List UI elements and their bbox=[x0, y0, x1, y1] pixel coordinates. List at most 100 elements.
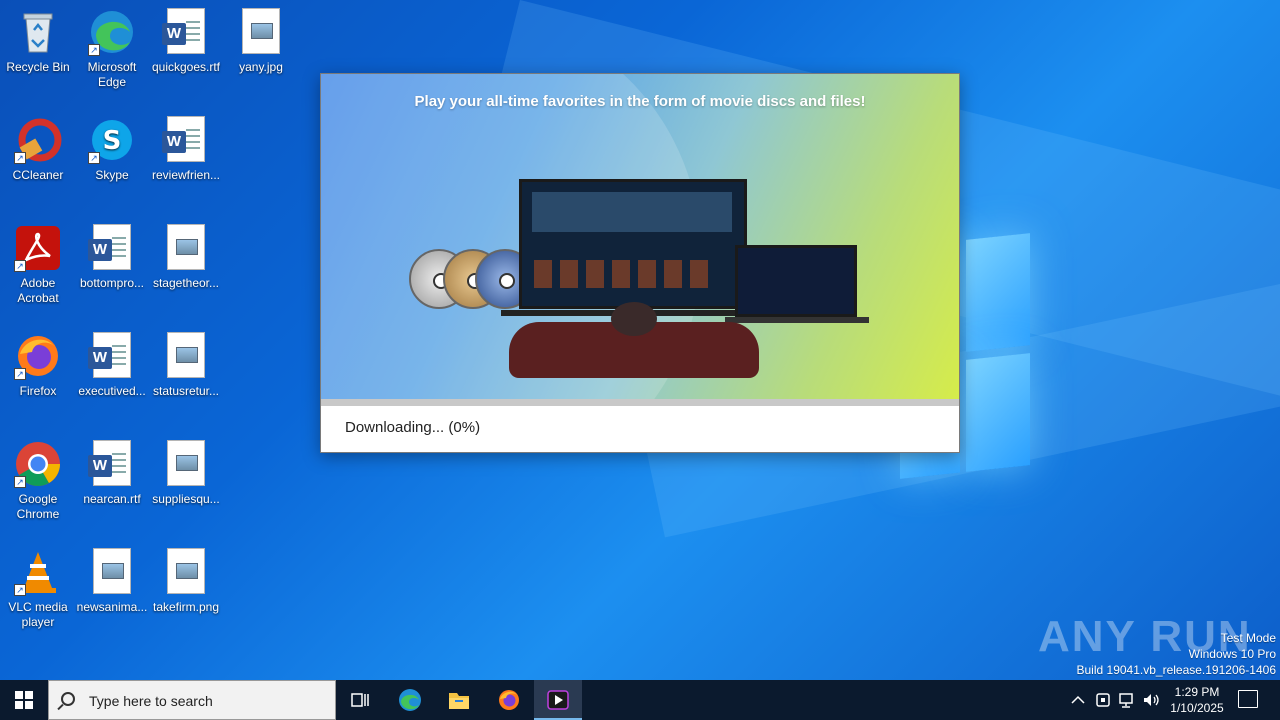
notification-center-icon[interactable] bbox=[1238, 690, 1258, 708]
installer-window[interactable]: Play your all-time favorites in the form… bbox=[320, 73, 960, 453]
tray-network-button[interactable] bbox=[1117, 690, 1137, 720]
desktop-icon-label: Adobe Acrobat bbox=[17, 276, 59, 305]
tv-illustration bbox=[519, 179, 747, 309]
svg-text:S: S bbox=[103, 126, 122, 156]
laptop-base-illustration bbox=[725, 317, 869, 323]
desktop-icon-quickgoes[interactable]: W quickgoes.rtf bbox=[148, 8, 224, 75]
desktop-icon-label: Skype bbox=[95, 168, 129, 182]
taskbar-edge-button[interactable] bbox=[386, 680, 434, 720]
ccleaner-icon: ↗ bbox=[14, 116, 62, 164]
desktop-icon-label: Recycle Bin bbox=[6, 60, 70, 74]
watermark-edition: Windows 10 Pro bbox=[1188, 647, 1276, 661]
download-progress-bar bbox=[321, 399, 959, 406]
shortcut-arrow-icon: ↗ bbox=[88, 152, 100, 164]
file-explorer-icon bbox=[449, 693, 469, 709]
image-file-icon bbox=[162, 224, 210, 272]
desktop-icon-takefirm[interactable]: takefirm.png bbox=[148, 548, 224, 615]
desktop-icon-google-chrome[interactable]: ↗ Google Chrome bbox=[0, 440, 76, 522]
desktop-icon-label: statusretur... bbox=[152, 384, 220, 398]
desktop-icon-ccleaner[interactable]: ↗ CCleaner bbox=[0, 116, 76, 183]
taskbar-media-player-button[interactable] bbox=[534, 680, 582, 720]
tray-device-button[interactable] bbox=[1093, 690, 1113, 720]
desktop-icon-nearcan[interactable]: W nearcan.rtf bbox=[74, 440, 150, 507]
device-icon bbox=[1096, 693, 1110, 707]
firefox-icon: ↗ bbox=[14, 332, 62, 380]
desktop-icon-yany[interactable]: yany.jpg bbox=[223, 8, 299, 75]
task-view-button[interactable] bbox=[336, 680, 384, 720]
clock-time: 1:29 PM bbox=[1174, 685, 1220, 699]
tray-volume-button[interactable] bbox=[1141, 690, 1161, 720]
desktop-icon-label: VLC media player bbox=[8, 600, 68, 629]
desktop-icon-label: takefirm.png bbox=[152, 600, 220, 614]
system-watermark: Test Mode Windows 10 Pro Build 19041.vb_… bbox=[1077, 630, 1277, 678]
chevron-up-icon bbox=[1071, 695, 1085, 704]
media-player-icon bbox=[547, 690, 569, 710]
desktop-icon-bottompro[interactable]: W bottompro... bbox=[74, 224, 150, 291]
acrobat-icon: ↗ bbox=[14, 224, 62, 272]
desktop-icon-suppliesqu[interactable]: suppliesqu... bbox=[148, 440, 224, 507]
desktop-icon-label: Google Chrome bbox=[16, 492, 60, 521]
search-icon bbox=[61, 692, 75, 706]
laptop-illustration bbox=[735, 245, 857, 317]
taskbar-search-box[interactable]: Type here to search bbox=[48, 680, 336, 720]
chrome-icon: ↗ bbox=[14, 440, 62, 488]
desktop-icon-skype[interactable]: S ↗ Skype bbox=[74, 116, 150, 183]
image-file-icon bbox=[237, 8, 285, 56]
desktop-icon-newsanima[interactable]: newsanima... bbox=[74, 548, 150, 615]
desktop-icon-label: newsanima... bbox=[76, 600, 148, 614]
desktop-icon-label: bottompro... bbox=[79, 276, 145, 290]
taskbar-clock[interactable]: 1:29 PM 1/10/2025 bbox=[1166, 684, 1228, 716]
word-doc-icon: W bbox=[162, 116, 210, 164]
recycle-bin-icon bbox=[14, 8, 62, 56]
search-placeholder: Type here to search bbox=[89, 693, 213, 709]
shortcut-arrow-icon: ↗ bbox=[14, 152, 26, 164]
desktop-icon-firefox[interactable]: ↗ Firefox bbox=[0, 332, 76, 399]
image-file-icon bbox=[88, 548, 136, 596]
desktop-icon-adobe-acrobat[interactable]: ↗ Adobe Acrobat bbox=[0, 224, 76, 306]
taskbar-file-explorer-button[interactable] bbox=[435, 680, 483, 720]
volume-icon bbox=[1144, 694, 1159, 706]
word-doc-icon: W bbox=[88, 332, 136, 380]
skype-icon: S ↗ bbox=[88, 116, 136, 164]
installer-banner: Play your all-time favorites in the form… bbox=[321, 74, 959, 399]
clock-date: 1/10/2025 bbox=[1170, 701, 1224, 715]
shortcut-arrow-icon: ↗ bbox=[14, 368, 26, 380]
desktop-icon-label: Firefox bbox=[19, 384, 57, 398]
watermark-build: Build 19041.vb_release.191206-1406 bbox=[1076, 663, 1277, 677]
image-file-icon bbox=[162, 332, 210, 380]
edge-icon: ↗ bbox=[88, 8, 136, 56]
firefox-icon bbox=[499, 690, 519, 710]
image-file-icon bbox=[162, 548, 210, 596]
desktop-icon-label: yany.jpg bbox=[239, 60, 283, 74]
word-doc-icon: W bbox=[162, 8, 210, 56]
desktop-icon-label: reviewfrien... bbox=[151, 168, 221, 182]
desktop-icon-executived[interactable]: W executived... bbox=[74, 332, 150, 399]
shortcut-arrow-icon: ↗ bbox=[88, 44, 100, 56]
desktop-icon-label: stagetheor... bbox=[152, 276, 220, 290]
desktop-icon-reviewfrien[interactable]: W reviewfrien... bbox=[148, 116, 224, 183]
desktop-icon-vlc[interactable]: ↗ VLC media player bbox=[0, 548, 76, 630]
download-status-text: Downloading... (0%) bbox=[345, 419, 481, 436]
start-button[interactable] bbox=[0, 680, 48, 720]
vlc-icon: ↗ bbox=[14, 548, 62, 596]
taskbar: Type here to search 1:29 PM 1/10/2025 bbox=[0, 680, 1280, 720]
desktop-icon-label: quickgoes.rtf bbox=[151, 60, 221, 74]
shortcut-arrow-icon: ↗ bbox=[14, 584, 26, 596]
desktop-icon-label: nearcan.rtf bbox=[83, 492, 141, 506]
desktop-icon-label: Microsoft Edge bbox=[87, 60, 137, 89]
word-doc-icon: W bbox=[88, 224, 136, 272]
show-hidden-icons-button[interactable] bbox=[1068, 690, 1088, 720]
network-icon bbox=[1119, 693, 1133, 708]
desktop-icon-stagetheor[interactable]: stagetheor... bbox=[148, 224, 224, 291]
desktop-icon-label: suppliesqu... bbox=[152, 492, 220, 506]
desktop-icon-statusretur[interactable]: statusretur... bbox=[148, 332, 224, 399]
edge-icon bbox=[399, 689, 421, 711]
task-view-icon bbox=[351, 693, 369, 707]
person-illustration bbox=[611, 302, 657, 336]
shortcut-arrow-icon: ↗ bbox=[14, 476, 26, 488]
windows-start-icon bbox=[15, 691, 33, 709]
desktop-icon-microsoft-edge[interactable]: ↗ Microsoft Edge bbox=[74, 8, 150, 90]
taskbar-firefox-button[interactable] bbox=[485, 680, 533, 720]
desktop-icon-recycle-bin[interactable]: Recycle Bin bbox=[0, 8, 76, 75]
watermark-test-mode: Test Mode bbox=[1220, 631, 1276, 645]
